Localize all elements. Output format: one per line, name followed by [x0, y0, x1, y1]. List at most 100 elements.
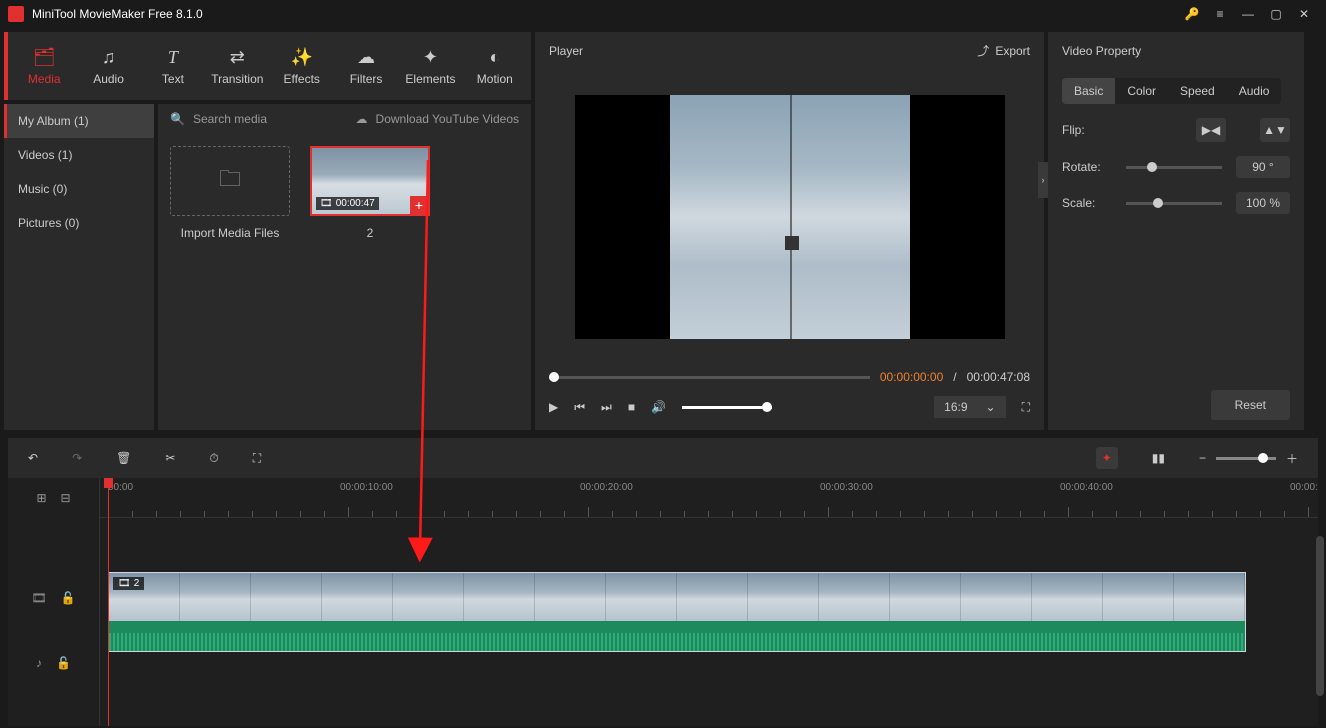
- volume-slider[interactable]: [682, 406, 772, 409]
- download-youtube-link[interactable]: Download YouTube Videos: [376, 112, 519, 126]
- zoom-in-button[interactable]: ＋: [1286, 450, 1298, 467]
- minimize-button[interactable]: —: [1234, 7, 1262, 21]
- add-track-button[interactable]: ⊞: [36, 491, 46, 505]
- props-tabs: Basic Color Speed Audio: [1062, 78, 1281, 104]
- folder-icon: 🗀: [219, 162, 241, 200]
- reset-button[interactable]: Reset: [1211, 390, 1290, 420]
- redo-button[interactable]: ↷: [72, 451, 82, 465]
- film-icon: 🎞: [118, 578, 131, 589]
- flip-horizontal-button[interactable]: ▶◀: [1196, 118, 1226, 142]
- sidebar-item-myalbum[interactable]: My Album (1): [4, 104, 154, 138]
- rotate-slider[interactable]: [1126, 166, 1222, 169]
- time-current: 00:00:00:00: [880, 370, 943, 384]
- clip-thumbnail[interactable]: 🎞00:00:47 +: [310, 146, 430, 216]
- player-title: Player: [549, 44, 977, 58]
- volume-icon[interactable]: 🔊: [651, 400, 666, 414]
- effects-icon: ✨: [290, 46, 312, 68]
- scale-label: Scale:: [1062, 196, 1112, 210]
- props-tab-audio[interactable]: Audio: [1227, 78, 1282, 104]
- lock-audio-button[interactable]: 🔓: [56, 656, 71, 670]
- seek-bar[interactable]: 00:00:00:00 / 00:00:47:08: [535, 364, 1044, 390]
- tab-elements[interactable]: ✦Elements: [398, 32, 462, 100]
- prev-frame-button[interactable]: ⏮: [574, 400, 585, 415]
- video-preview: [670, 95, 910, 339]
- add-clip-button[interactable]: +: [410, 196, 428, 214]
- zoom-out-button[interactable]: −: [1199, 451, 1206, 465]
- scale-slider[interactable]: [1126, 202, 1222, 205]
- next-frame-button[interactable]: ⏭: [601, 400, 612, 415]
- sidebar-item-music[interactable]: Music (0): [4, 172, 154, 206]
- tab-effects[interactable]: ✨Effects: [270, 32, 334, 100]
- tab-text[interactable]: TText: [141, 32, 205, 100]
- titlebar: MiniTool MovieMaker Free 8.1.0 🔑 ≡ — ▢ ✕: [0, 0, 1326, 28]
- motion-icon: ◐: [489, 46, 500, 68]
- tab-audio[interactable]: ♫Audio: [76, 32, 140, 100]
- flip-v-icon: ▲▼: [1263, 123, 1287, 137]
- main-tabs: 🗂Media ♫Audio TText ⇄Transition ✨Effects…: [4, 32, 531, 100]
- sidebar-item-videos[interactable]: Videos (1): [4, 138, 154, 172]
- magnet-button[interactable]: ▮▮: [1152, 451, 1165, 465]
- collapse-panel-button[interactable]: ›: [1038, 162, 1048, 198]
- export-button[interactable]: ⤴ Export: [977, 42, 1030, 59]
- props-title: Video Property: [1062, 42, 1290, 64]
- timeline-scrollbar[interactable]: [1316, 536, 1324, 696]
- media-pane: 🔍 Search media ☁ Download YouTube Videos…: [158, 104, 531, 430]
- delete-button[interactable]: 🗑: [116, 451, 131, 465]
- film-icon: 🎞: [320, 198, 333, 209]
- remove-track-button[interactable]: ⊟: [61, 491, 71, 505]
- media-sidebar: My Album (1) Videos (1) Music (0) Pictur…: [4, 104, 154, 430]
- app-logo: [8, 6, 24, 22]
- play-button[interactable]: ▶: [549, 400, 558, 414]
- playhead[interactable]: [108, 478, 109, 726]
- speed-button[interactable]: ⏱: [209, 451, 218, 466]
- props-tab-basic[interactable]: Basic: [1062, 78, 1115, 104]
- media-icon: 🗂: [33, 46, 56, 68]
- tab-media[interactable]: 🗂Media: [12, 32, 76, 100]
- import-media-button[interactable]: 🗀 Import Media Files: [170, 146, 290, 240]
- maximize-button[interactable]: ▢: [1262, 7, 1290, 21]
- tab-filters[interactable]: ☁Filters: [334, 32, 398, 100]
- text-icon: T: [168, 46, 178, 68]
- fullscreen-button[interactable]: ⛶: [1022, 400, 1030, 415]
- search-input[interactable]: Search media: [193, 112, 348, 126]
- undo-button[interactable]: ↶: [28, 451, 38, 465]
- media-clip[interactable]: 🎞00:00:47 + 2: [310, 146, 430, 240]
- player-frame: [575, 95, 1005, 339]
- flip-h-icon: ▶◀: [1202, 123, 1220, 137]
- flip-label: Flip:: [1062, 123, 1112, 137]
- zoom-slider[interactable]: [1216, 457, 1276, 460]
- close-button[interactable]: ✕: [1290, 7, 1318, 21]
- youtube-icon: ☁: [356, 112, 368, 126]
- timeline: ⊞ ⊟ 🎞 🔓 ♪ 🔓 00:00 00:00:10:00 00:00:20:0…: [8, 478, 1318, 726]
- time-ruler[interactable]: 00:00 00:00:10:00 00:00:20:00 00:00:30:0…: [100, 478, 1318, 518]
- timeline-clip[interactable]: 🎞2: [108, 572, 1246, 652]
- lock-track-button[interactable]: 🔓: [61, 591, 76, 605]
- props-tab-speed[interactable]: Speed: [1168, 78, 1227, 104]
- scale-value[interactable]: 100 %: [1236, 192, 1290, 214]
- audio-track-icon: ♪: [36, 656, 42, 670]
- aspect-ratio-select[interactable]: 16:9 ⌄: [934, 396, 1005, 418]
- sidebar-item-pictures[interactable]: Pictures (0): [4, 206, 154, 240]
- props-tab-color[interactable]: Color: [1115, 78, 1168, 104]
- chevron-down-icon: ⌄: [986, 400, 996, 414]
- split-button[interactable]: ✂: [165, 451, 175, 465]
- rotate-value[interactable]: 90 °: [1236, 156, 1290, 178]
- tab-transition[interactable]: ⇄Transition: [205, 32, 269, 100]
- track-headers: ⊞ ⊟ 🎞 🔓 ♪ 🔓: [8, 478, 100, 726]
- video-track[interactable]: 🎞2: [100, 572, 1318, 652]
- crop-button[interactable]: ⛶: [253, 451, 261, 466]
- audio-track[interactable]: [100, 654, 1318, 694]
- filters-icon: ☁: [357, 46, 375, 68]
- timeline-toolbar: ↶ ↷ 🗑 ✂ ⏱ ⛶ ✦ ▮▮ − ＋: [8, 438, 1318, 478]
- flip-vertical-button[interactable]: ▲▼: [1260, 118, 1290, 142]
- menu-icon[interactable]: ≡: [1206, 7, 1234, 21]
- clip-index: 2: [310, 226, 430, 240]
- app-title: MiniTool MovieMaker Free 8.1.0: [32, 7, 1178, 21]
- seek-track[interactable]: [549, 376, 870, 379]
- license-key-icon[interactable]: 🔑: [1178, 7, 1206, 21]
- player-panel: Player ⤴ Export 00:00:00:00 / 00:00:47:0…: [535, 32, 1044, 430]
- stop-button[interactable]: ■: [628, 400, 635, 414]
- tab-motion[interactable]: ◐Motion: [463, 32, 527, 100]
- tracks-area[interactable]: 00:00 00:00:10:00 00:00:20:00 00:00:30:0…: [100, 478, 1318, 726]
- snap-button[interactable]: ✦: [1096, 447, 1118, 469]
